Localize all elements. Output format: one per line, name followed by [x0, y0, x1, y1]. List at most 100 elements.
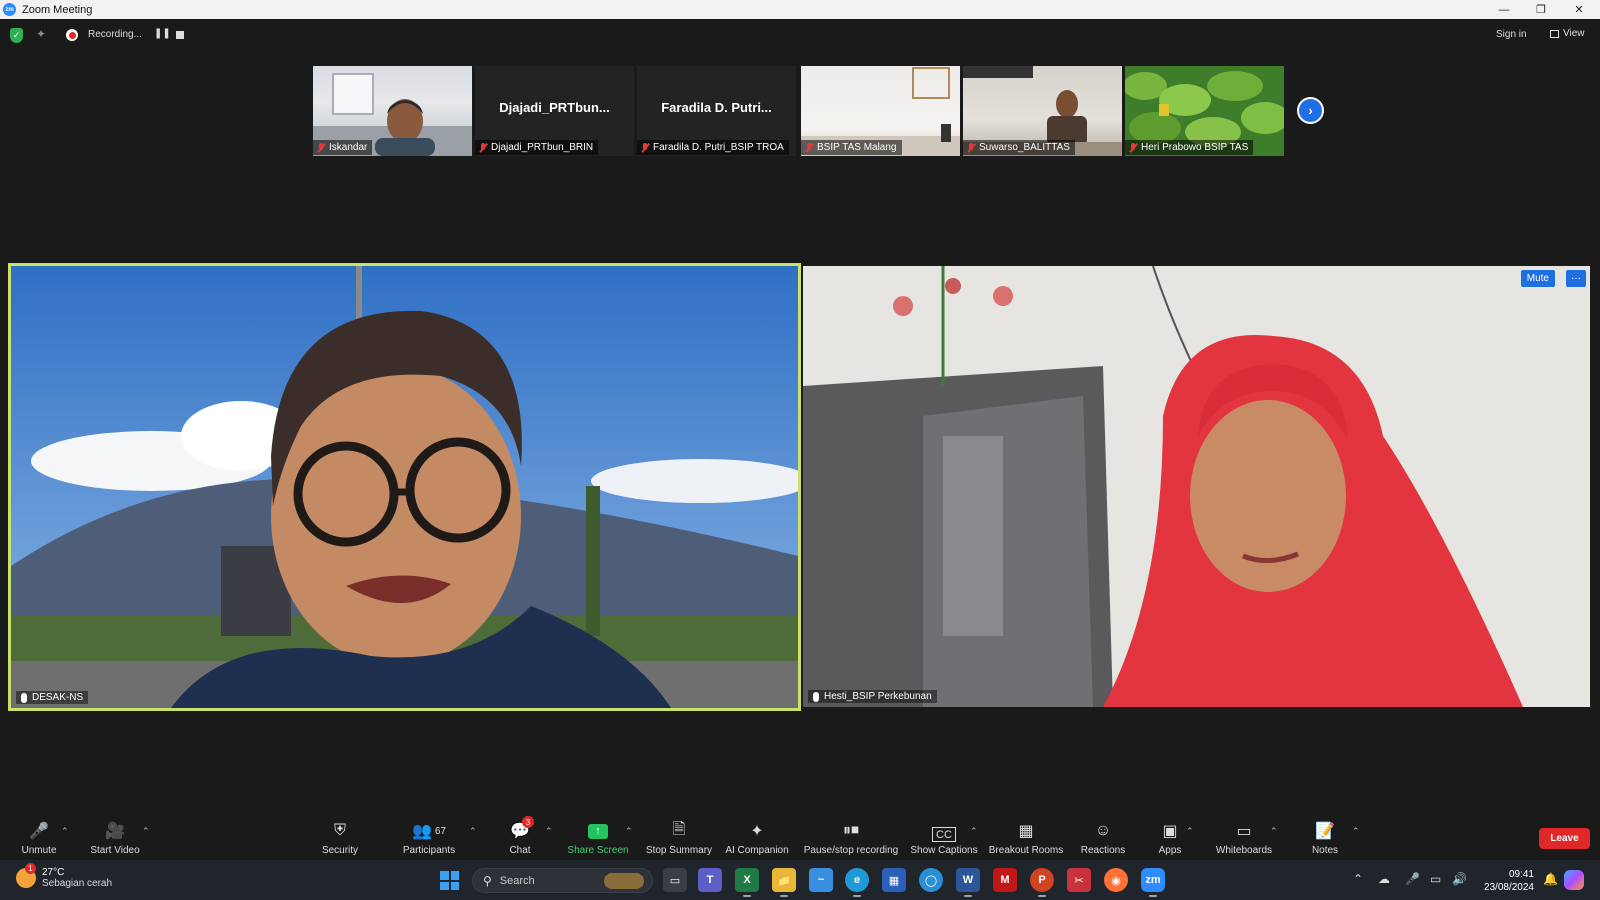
grid-icon	[1550, 29, 1559, 38]
video-feed	[803, 266, 1590, 707]
audio-options-caret[interactable]: ⌃	[61, 826, 69, 837]
tray-chevron-icon[interactable]: ⌃	[1353, 872, 1363, 886]
whiteboards-options-caret[interactable]: ⌃	[1270, 826, 1278, 837]
pause-stop-recording-label: Pause/stop recording	[803, 845, 899, 856]
browser-icon[interactable]: ◯	[919, 868, 943, 892]
excel-icon[interactable]: X	[735, 868, 759, 897]
breakout-rooms-button[interactable]: ▦ Breakout Rooms	[988, 813, 1064, 860]
participants-button[interactable]: 👥 67 Participants	[400, 813, 458, 860]
notes-options-caret[interactable]: ⌃	[1352, 826, 1360, 837]
participant-thumb-djajadi[interactable]: Djajadi_PRTbun... Djajadi_PRTbun_BRIN	[475, 66, 634, 156]
windows-start-icon[interactable]	[440, 871, 459, 890]
shield-icon: ⛨	[333, 822, 346, 839]
show-captions-label: Show Captions	[910, 845, 978, 856]
onedrive-icon[interactable]: ☁	[1378, 872, 1390, 886]
start-video-label: Start Video	[90, 845, 140, 856]
reactions-button[interactable]: ☺ Reactions	[1080, 813, 1126, 860]
participant-display-name: Djajadi_PRTbun...	[499, 100, 610, 115]
video-feed	[11, 266, 798, 708]
video-tile-desak-ns[interactable]: DESAK-NS	[8, 263, 801, 711]
close-icon[interactable]: ✕	[1561, 0, 1597, 19]
participant-label: DESAK-NS	[16, 691, 89, 704]
apps-options-caret[interactable]: ⌃	[1186, 826, 1194, 837]
participant-thumb-iskandar[interactable]: Iskandar	[313, 66, 472, 156]
video-tile-hesti[interactable]: Mute ··· Hesti_BSIP Perkebunan	[803, 266, 1590, 707]
mic-muted-icon	[805, 142, 813, 153]
stop-recording-button[interactable]	[176, 31, 184, 39]
participant-thumb-bsip-tas-malang[interactable]: BSIP TAS Malang	[801, 66, 960, 156]
participants-options-caret[interactable]: ⌃	[469, 826, 477, 837]
more-options-button[interactable]: ···	[1566, 270, 1586, 287]
share-options-caret[interactable]: ⌃	[625, 826, 633, 837]
chat-options-caret[interactable]: ⌃	[545, 826, 553, 837]
weather-badge: 1	[25, 863, 36, 874]
breakout-rooms-label: Breakout Rooms	[988, 845, 1064, 856]
network-icon[interactable]: ▭	[1430, 872, 1441, 886]
teams-icon[interactable]: T	[698, 868, 722, 892]
whiteboard-icon: ▭	[1236, 823, 1252, 840]
video-off-icon: 🎥	[105, 823, 125, 840]
search-placeholder: Search	[499, 874, 535, 887]
sign-in-link[interactable]: Sign in	[1496, 29, 1527, 40]
participant-thumb-suwarso[interactable]: Suwarso_BALITTAS	[963, 66, 1122, 156]
microphone-tray-icon[interactable]: 🎤	[1405, 872, 1420, 886]
taskbar-search[interactable]: ⚲ Search	[472, 868, 653, 893]
task-view-icon[interactable]: ▭	[663, 868, 687, 892]
zoom-app-icon: zm	[3, 3, 16, 16]
ai-sparkle-icon[interactable]: ✦	[36, 27, 46, 41]
video-options-caret[interactable]: ⌃	[142, 826, 150, 837]
unmute-button[interactable]: 🎤 Unmute	[20, 813, 58, 860]
volume-icon[interactable]: 🔊	[1452, 872, 1467, 886]
zoom-icon[interactable]: zm	[1141, 868, 1165, 897]
ai-sparkle-icon: ✦	[750, 823, 764, 840]
chat-icon: 💬 3	[510, 816, 535, 842]
weather-widget[interactable]: 1 27°C Sebagian cerah	[16, 863, 112, 889]
apps-icon: ▣	[1162, 823, 1178, 840]
participant-name-tag: Heri Prabowo BSIP TAS	[1125, 140, 1254, 155]
mcafee-icon[interactable]: M	[993, 868, 1017, 892]
view-label: View	[1563, 28, 1585, 39]
leave-button[interactable]: Leave	[1539, 828, 1590, 849]
mic-muted-icon	[1129, 142, 1137, 153]
stop-summary-button[interactable]: 🗎 Stop Summary	[645, 813, 713, 860]
powerpoint-icon[interactable]: P	[1030, 868, 1054, 897]
chat-button[interactable]: 💬 3 Chat	[504, 813, 536, 860]
security-button[interactable]: ⛨ Security	[318, 813, 362, 860]
ai-companion-button[interactable]: ✦ AI Companion	[724, 813, 790, 860]
whiteboards-label: Whiteboards	[1215, 845, 1273, 856]
store-icon[interactable]: ▦	[882, 868, 906, 892]
next-page-arrow-icon[interactable]: ›	[1297, 97, 1324, 124]
edge-icon[interactable]: e	[845, 868, 869, 897]
view-button[interactable]: View	[1550, 28, 1585, 39]
file-explorer-icon[interactable]: 📁	[772, 868, 796, 897]
share-screen-button[interactable]: ↑ Share Screen	[567, 813, 629, 860]
mute-participant-button[interactable]: Mute	[1520, 270, 1555, 287]
minimize-icon[interactable]: —	[1486, 0, 1522, 19]
pause-stop-recording-button[interactable]: ⏸⏹ Pause/stop recording	[803, 813, 899, 860]
participant-name: Djajadi_PRTbun_BRIN	[491, 142, 594, 153]
whiteboards-button[interactable]: ▭ Whiteboards	[1214, 813, 1274, 860]
participant-name: Hesti_BSIP Perkebunan	[824, 691, 932, 702]
participant-name: Suwarso_BALITTAS	[979, 142, 1070, 153]
copilot-icon[interactable]	[1564, 870, 1584, 890]
app-icon[interactable]: ~	[809, 868, 833, 892]
unmute-label: Unmute	[21, 845, 57, 856]
clock-time: 09:41	[1508, 869, 1534, 880]
window-title: Zoom Meeting	[22, 3, 93, 16]
restore-icon[interactable]: ❐	[1523, 0, 1559, 19]
weather-temp: 27°C	[42, 867, 65, 878]
start-video-button[interactable]: 🎥 Start Video	[87, 813, 143, 860]
security-shield-icon[interactable]: ✓	[10, 28, 23, 43]
captions-options-caret[interactable]: ⌃	[970, 826, 978, 837]
word-icon[interactable]: W	[956, 868, 980, 897]
snipping-icon[interactable]: ✂	[1067, 868, 1091, 892]
firefox-icon[interactable]: ◉	[1104, 868, 1128, 892]
show-captions-button[interactable]: CC Show Captions	[910, 813, 978, 860]
taskbar-clock[interactable]: 09:41 23/08/2024	[1478, 868, 1534, 894]
notifications-bell-icon[interactable]: 🔔	[1543, 872, 1558, 886]
pause-recording-button[interactable]: ❚❚	[154, 28, 171, 39]
apps-button[interactable]: ▣ Apps	[1158, 813, 1182, 860]
notes-button[interactable]: 📝 Notes	[1310, 813, 1340, 860]
participant-thumb-faradila[interactable]: Faradila D. Putri... Faradila D. Putri_B…	[637, 66, 796, 156]
participant-thumb-heri-prabowo[interactable]: Heri Prabowo BSIP TAS	[1125, 66, 1284, 156]
